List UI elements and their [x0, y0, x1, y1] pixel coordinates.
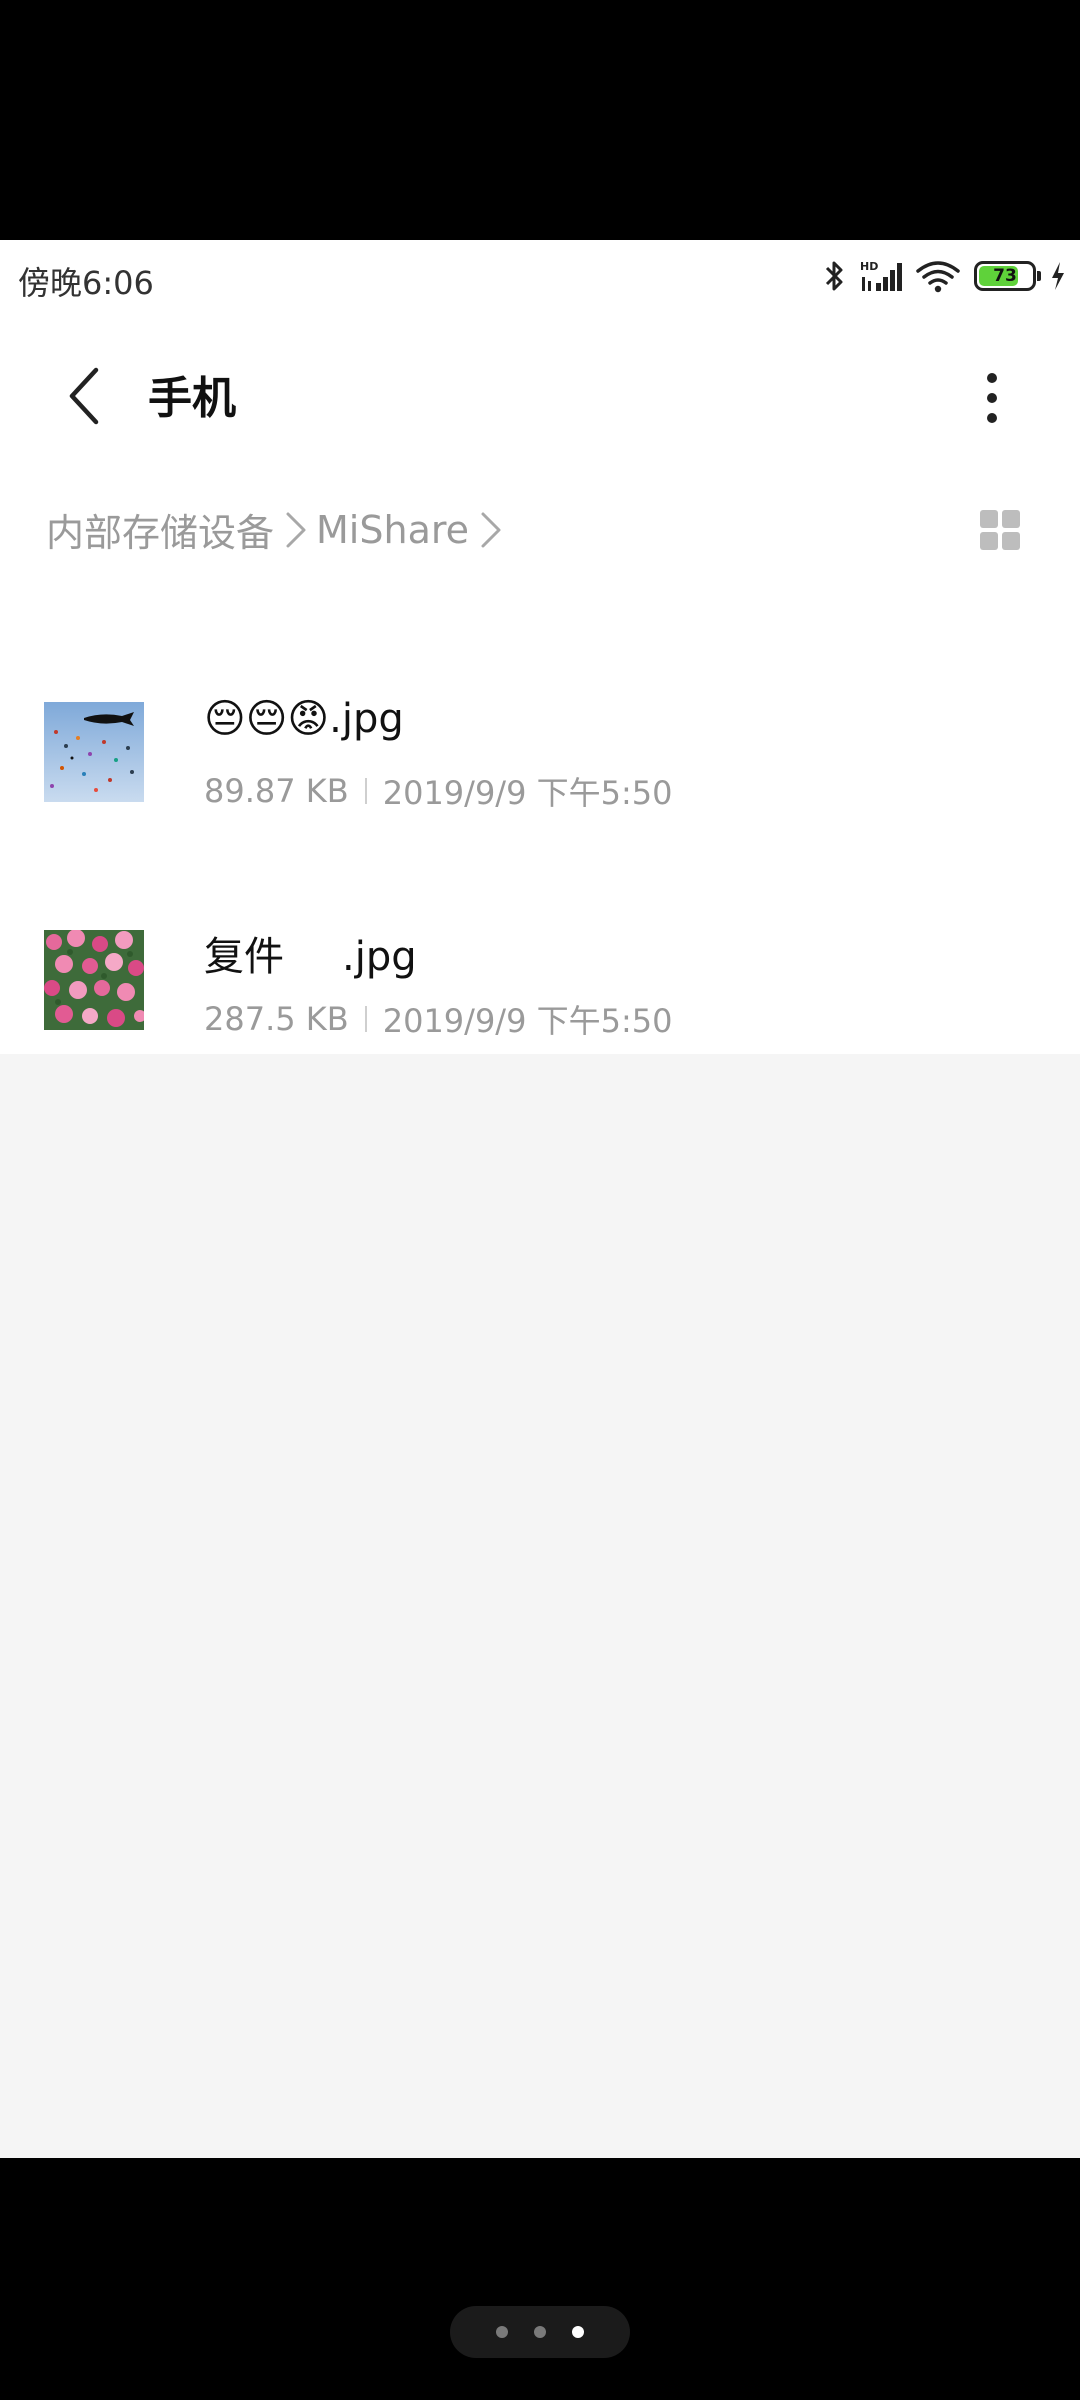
- file-manager-screen: 傍晚6:06 HD 73 手机 内部存储设备 MiShare 😔😔😡.jpg 8…: [0, 240, 1080, 2158]
- file-meta: 89.87 KB 2019/9/9 下午5:50: [204, 768, 672, 814]
- file-thumbnail-flowers: [44, 930, 144, 1030]
- battery-level: 73: [993, 265, 1017, 286]
- page-title: 手机: [148, 373, 236, 424]
- chevron-right-icon: [475, 508, 505, 552]
- meta-divider: [364, 778, 367, 804]
- wifi-icon: [916, 261, 960, 293]
- file-size: 287.5 KB: [204, 1000, 349, 1038]
- nav-dot-active: [572, 2326, 584, 2338]
- meta-divider: [364, 1006, 367, 1032]
- file-size: 89.87 KB: [204, 772, 349, 810]
- file-name-emoji: 😔😔😡: [204, 696, 330, 742]
- hd-signal-icon: HD: [860, 260, 902, 291]
- view-toggle-button[interactable]: [978, 508, 1022, 552]
- file-meta: 287.5 KB 2019/9/9 下午5:50: [204, 996, 672, 1042]
- content-area: 傍晚6:06 HD 73 手机 内部存储设备 MiShare 😔😔😡.jpg 8…: [0, 240, 1080, 1054]
- file-row[interactable]: 😔😔😡.jpg 89.87 KB 2019/9/9 下午5:50: [0, 640, 1080, 840]
- navigation-gesture-bar[interactable]: [450, 2306, 630, 2358]
- grid-view-icon: [980, 510, 1020, 550]
- file-name: 复件 .jpg: [204, 924, 417, 982]
- breadcrumb-item-mishare[interactable]: MiShare: [316, 508, 469, 552]
- more-vertical-icon: [987, 373, 997, 423]
- nav-dot: [534, 2326, 546, 2338]
- file-name-text: 复件: [204, 934, 284, 980]
- chevron-left-icon: [69, 367, 99, 425]
- file-name: 😔😔😡.jpg: [204, 696, 404, 742]
- file-date: 2019/9/9 下午5:50: [382, 1002, 673, 1040]
- chevron-right-icon: [280, 508, 310, 552]
- file-extension: .jpg: [329, 696, 404, 742]
- charging-icon: [1052, 262, 1064, 290]
- file-date: 2019/9/9 下午5:50: [382, 774, 673, 812]
- file-row[interactable]: 复件 .jpg 287.5 KB 2019/9/9 下午5:50: [0, 840, 1080, 1040]
- breadcrumb-item-internal-storage[interactable]: 内部存储设备: [46, 502, 274, 557]
- nav-dot: [496, 2326, 508, 2338]
- file-thumbnail-sky: [44, 702, 144, 802]
- file-extension: .jpg: [342, 934, 417, 980]
- more-options-button[interactable]: [972, 358, 1012, 438]
- breadcrumb: 内部存储设备 MiShare: [46, 502, 511, 557]
- battery-icon: 73: [974, 261, 1041, 291]
- back-button[interactable]: [56, 356, 116, 436]
- bluetooth-icon: [825, 261, 843, 291]
- status-time: 傍晚6:06: [18, 264, 154, 302]
- svg-text:HD: HD: [860, 260, 878, 273]
- status-icons: HD 73: [824, 256, 1066, 296]
